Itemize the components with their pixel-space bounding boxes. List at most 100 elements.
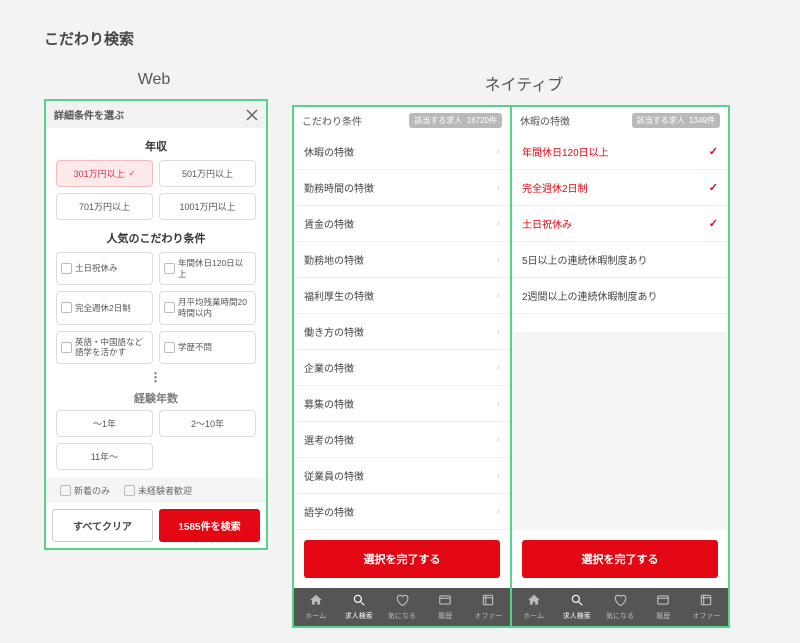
option-row[interactable]: 2週間以上の連続休暇制度あり [512, 278, 728, 314]
web-column-label: Web [44, 65, 264, 99]
tab-ホーム[interactable]: ホーム [512, 588, 555, 626]
web-actions: すべてクリア 1585件を検索 [46, 503, 266, 548]
offer-icon [699, 593, 713, 609]
popular-section-title: 人気のこだわり条件 [46, 220, 266, 252]
chevron-right-icon: › [497, 290, 500, 301]
chevron-right-icon: › [497, 470, 500, 481]
check-icon: ✓ [709, 217, 718, 230]
salary-option[interactable]: 1001万円以上 [159, 193, 256, 220]
results-count-badge: 該当する求人 1349件 [632, 113, 720, 128]
chevron-right-icon: › [497, 326, 500, 337]
checkbox-icon [61, 342, 72, 353]
tab-履歴[interactable]: 履歴 [642, 588, 685, 626]
tab-気になる[interactable]: 気になる [380, 588, 423, 626]
complete-selection-button[interactable]: 選択を完了する [304, 540, 500, 578]
popular-option[interactable]: 学歴不問 [159, 331, 256, 364]
web-column: Web 詳細条件を選ぶ 年収 301万円以上501万円以上701万円以上1001… [44, 65, 264, 628]
native-column: ネイティブ こだわり条件 該当する求人 16720件 休暇の特徴›勤務時間の特徴… [292, 65, 756, 628]
checkbox-icon [164, 342, 175, 353]
option-row[interactable]: 5日以上の連続休暇制度あり [512, 242, 728, 278]
check-icon: ✓ [709, 181, 718, 194]
search-button[interactable]: 1585件を検索 [159, 509, 260, 542]
clear-all-button[interactable]: すべてクリア [52, 509, 153, 542]
category-row[interactable]: 勤務時間の特徴› [294, 170, 510, 206]
salary-section-title: 年収 [46, 128, 266, 160]
popular-option[interactable]: 英語・中国語など語学を活かす [56, 331, 153, 364]
tab-オファー[interactable]: オファー [685, 588, 728, 626]
option-row[interactable]: 年間休日120日以上✓ [512, 134, 728, 170]
popular-option[interactable]: 月平均残業時間20時間以内 [159, 291, 256, 324]
popular-option[interactable]: 完全週休2日制 [56, 291, 153, 324]
tab-求人検索[interactable]: 求人検索 [555, 588, 598, 626]
tab-オファー[interactable]: オファー [467, 588, 510, 626]
web-panel-header: 詳細条件を選ぶ [46, 101, 266, 128]
native-options-panel: 休暇の特徴 該当する求人 1349件 年間休日120日以上✓完全週休2日制✓土日… [510, 105, 730, 628]
salary-options-grid: 301万円以上501万円以上701万円以上1001万円以上 [46, 160, 266, 220]
native-category-header: こだわり条件 該当する求人 16720件 [294, 107, 510, 134]
native-options-header: 休暇の特徴 該当する求人 1349件 [512, 107, 728, 134]
checkbox-icon [60, 485, 71, 496]
category-row[interactable]: 働き方の特徴› [294, 314, 510, 350]
page-title: こだわり検索 [0, 0, 800, 65]
heart-icon [395, 593, 409, 609]
experience-section-title: 経験年数 [46, 390, 266, 410]
chevron-right-icon: › [497, 434, 500, 445]
native-options-list: 年間休日120日以上✓完全週休2日制✓土日祝休み✓5日以上の連続休暇制度あり2週… [512, 134, 728, 332]
option-row[interactable]: 土日祝休み✓ [512, 206, 728, 242]
bottom-check-row: 新着のみ 未経験者歓迎 [46, 478, 266, 503]
new-only-checkbox[interactable]: 新着のみ [60, 484, 110, 497]
checkbox-icon [61, 302, 72, 313]
spacer [512, 332, 728, 530]
salary-option[interactable]: 301万円以上 [56, 160, 153, 187]
tab-bar: ホーム求人検索気になる履歴オファー [512, 588, 728, 626]
category-row[interactable]: 休暇の特徴› [294, 134, 510, 170]
experience-option[interactable]: 2〜10年 [159, 410, 256, 437]
experience-options-grid: 〜1年2〜10年11年〜 [46, 410, 266, 478]
history-icon [438, 593, 452, 609]
experience-option[interactable]: 〜1年 [56, 410, 153, 437]
web-panel-title: 詳細条件を選ぶ [54, 107, 124, 122]
search-icon [352, 593, 366, 609]
check-icon: ✓ [709, 145, 718, 158]
results-count-badge: 該当する求人 16720件 [409, 113, 502, 128]
history-icon [656, 593, 670, 609]
category-row[interactable]: 募集の特徴› [294, 386, 510, 422]
category-row[interactable]: 福利厚生の特徴› [294, 278, 510, 314]
chevron-right-icon: › [497, 182, 500, 193]
popular-options-grid: 土日祝休み年間休日120日以上完全週休2日制月平均残業時間20時間以内英語・中国… [46, 252, 266, 364]
checkbox-icon [61, 263, 72, 274]
tab-求人検索[interactable]: 求人検索 [337, 588, 380, 626]
option-row[interactable]: 完全週休2日制✓ [512, 170, 728, 206]
tab-履歴[interactable]: 履歴 [424, 588, 467, 626]
chevron-right-icon: › [497, 506, 500, 517]
home-icon [527, 593, 541, 609]
tab-気になる[interactable]: 気になる [598, 588, 641, 626]
salary-option[interactable]: 501万円以上 [159, 160, 256, 187]
home-icon [309, 593, 323, 609]
chevron-right-icon: › [497, 146, 500, 157]
complete-selection-button[interactable]: 選択を完了する [522, 540, 718, 578]
collapsed-dots-icon: ⋮ [46, 364, 266, 390]
category-row[interactable]: 従業員の特徴› [294, 458, 510, 494]
category-row[interactable]: 賃金の特徴› [294, 206, 510, 242]
popular-option[interactable]: 土日祝休み [56, 252, 153, 285]
category-row[interactable]: 勤務地の特徴› [294, 242, 510, 278]
salary-option[interactable]: 701万円以上 [56, 193, 153, 220]
chevron-right-icon: › [497, 218, 500, 229]
native-column-label: ネイティブ [292, 65, 756, 105]
web-panel: 詳細条件を選ぶ 年収 301万円以上501万円以上701万円以上1001万円以上… [44, 99, 268, 550]
offer-icon [481, 593, 495, 609]
heart-icon [613, 593, 627, 609]
native-panels-row: こだわり条件 該当する求人 16720件 休暇の特徴›勤務時間の特徴›賃金の特徴… [292, 105, 756, 628]
popular-option[interactable]: 年間休日120日以上 [159, 252, 256, 285]
category-row[interactable]: 選考の特徴› [294, 422, 510, 458]
experience-option[interactable]: 11年〜 [56, 443, 153, 470]
tab-ホーム[interactable]: ホーム [294, 588, 337, 626]
category-row[interactable]: 語学の特徴› [294, 494, 510, 530]
chevron-right-icon: › [497, 254, 500, 265]
inexperienced-checkbox[interactable]: 未経験者歓迎 [124, 484, 192, 497]
native-category-panel: こだわり条件 該当する求人 16720件 休暇の特徴›勤務時間の特徴›賃金の特徴… [292, 105, 510, 628]
category-row[interactable]: 企業の特徴› [294, 350, 510, 386]
native-options-title: 休暇の特徴 [520, 113, 570, 128]
close-icon[interactable] [246, 109, 258, 121]
